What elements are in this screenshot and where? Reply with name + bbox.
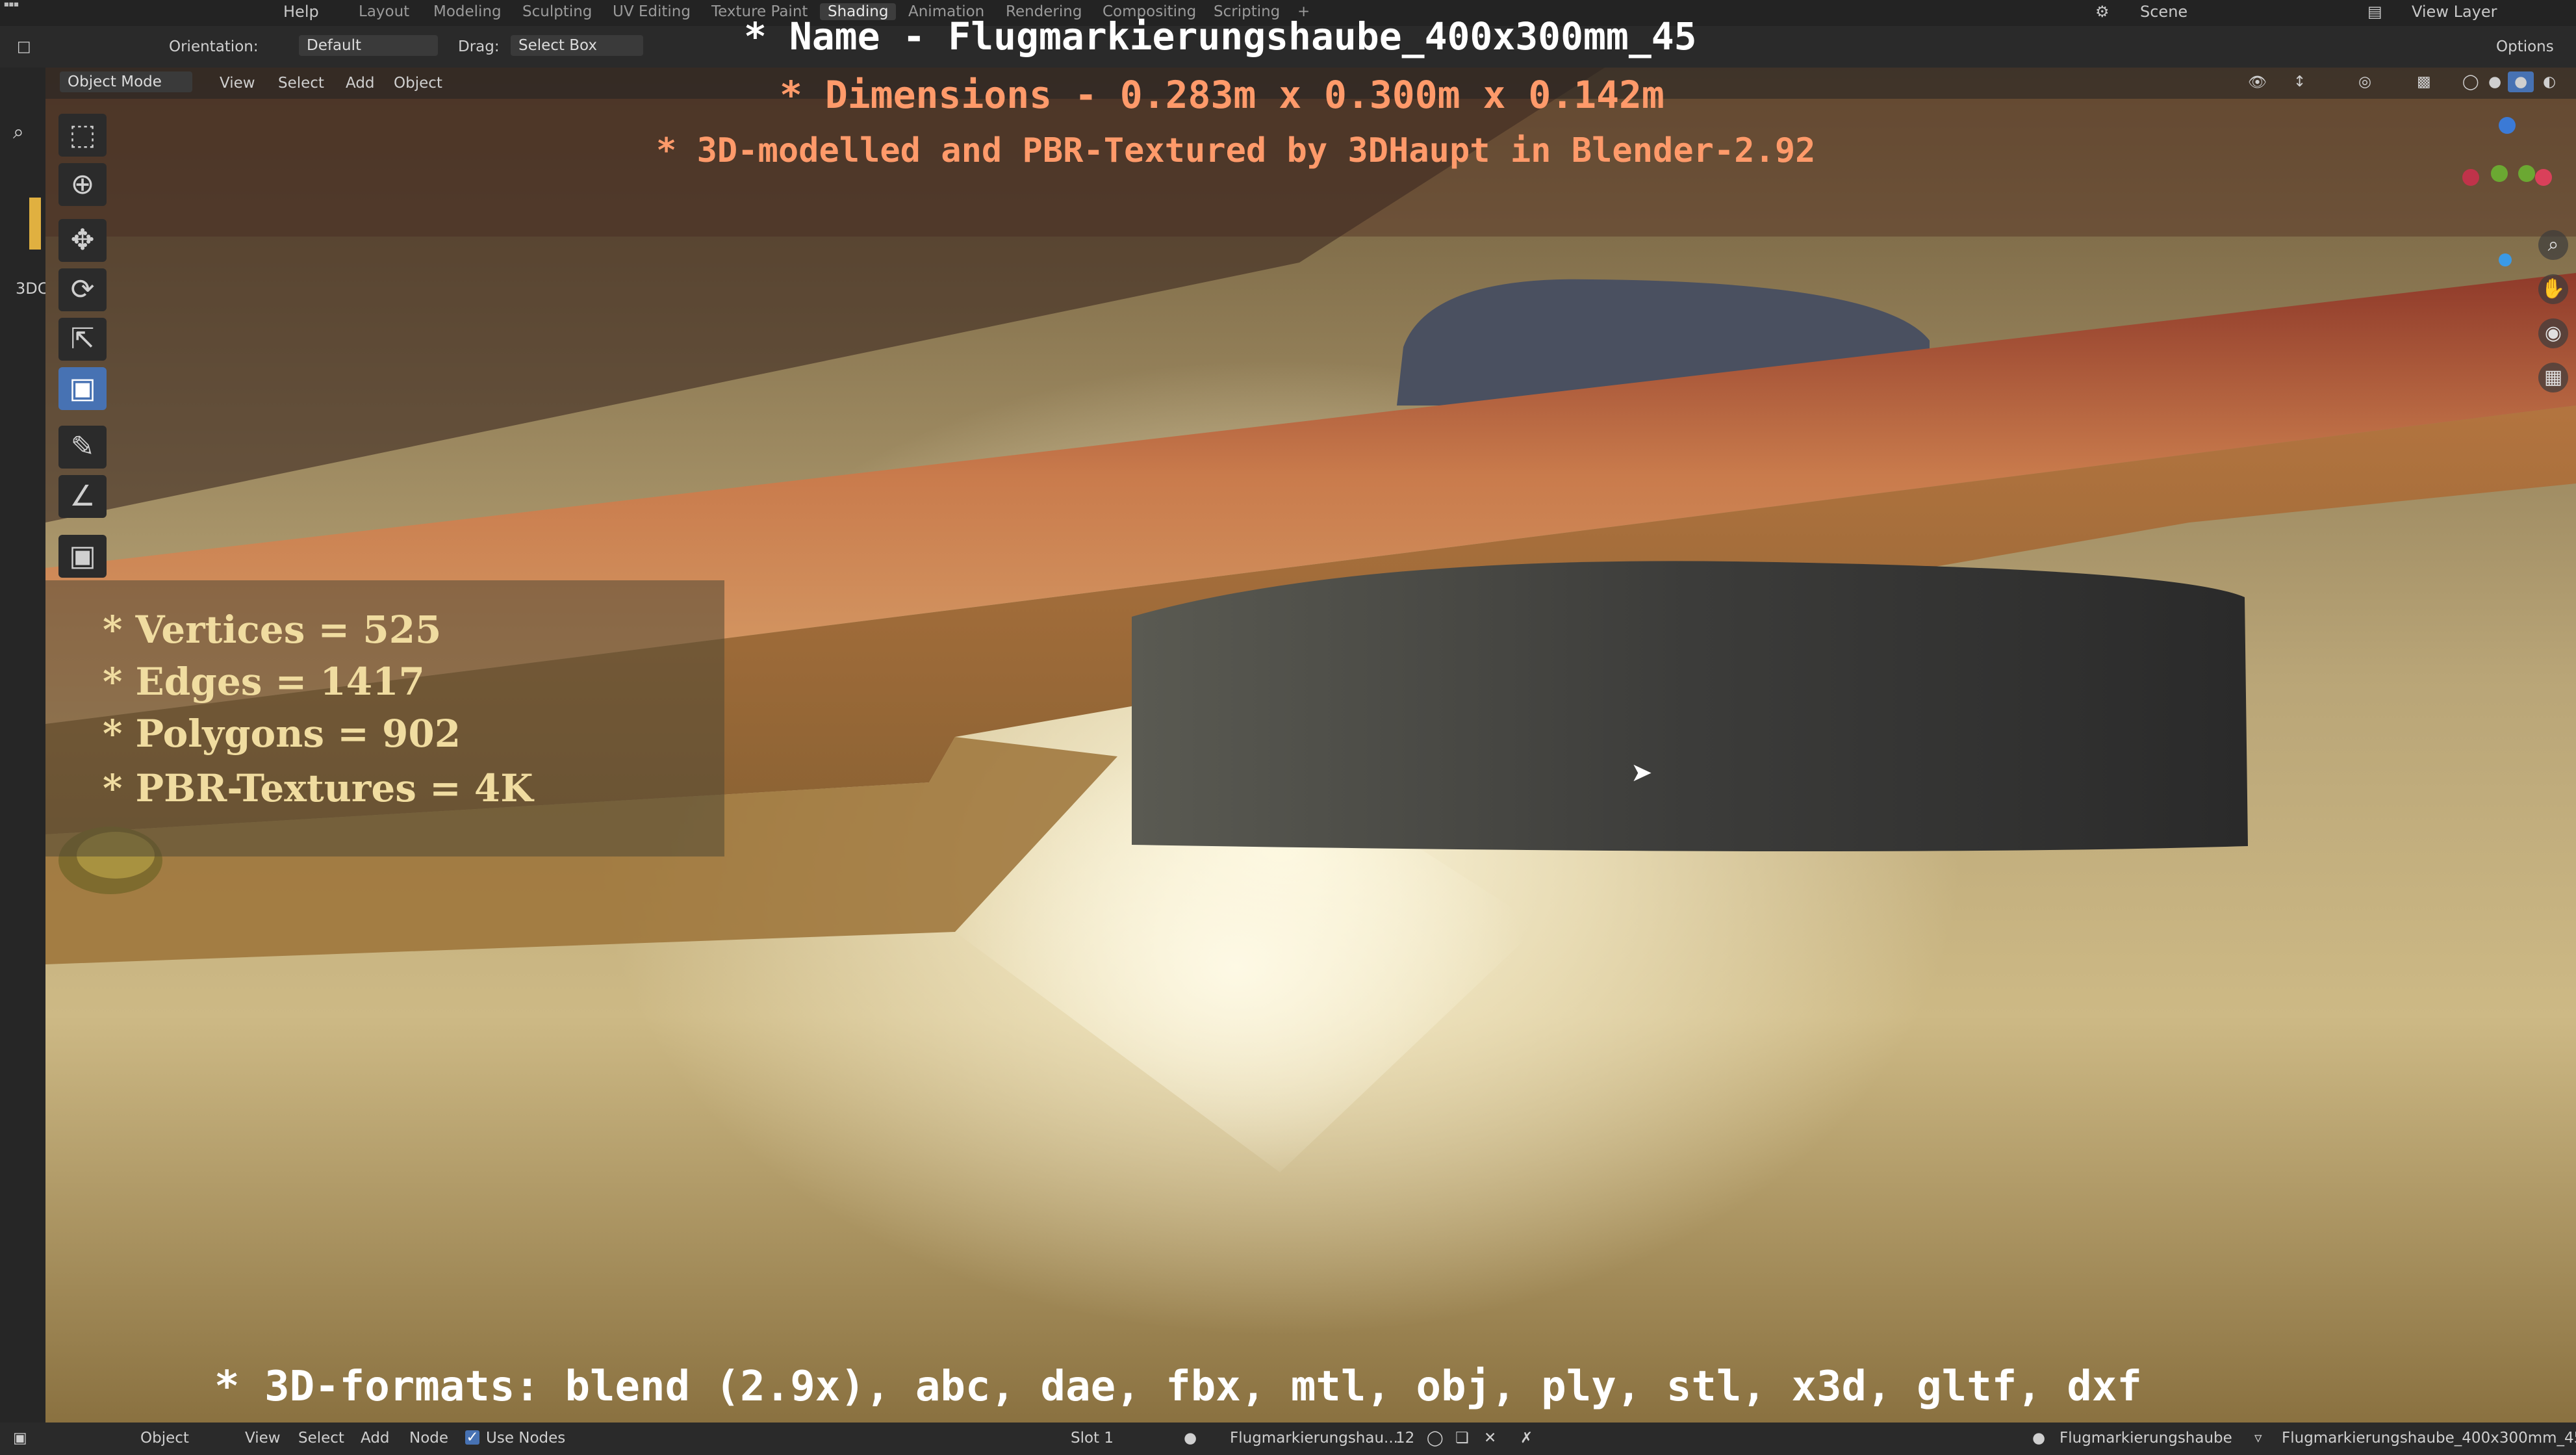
material-icon: ●: [1184, 1430, 1197, 1447]
pan-hand-icon[interactable]: ✋: [2538, 274, 2568, 304]
x-axis-icon[interactable]: [2462, 169, 2479, 186]
mesh-icon: ▿: [2254, 1430, 2262, 1447]
object-name: Flugmarkierungshaube: [2060, 1430, 2232, 1447]
scene-icon[interactable]: ⚙: [2095, 3, 2110, 21]
pin-icon[interactable]: ✗: [1520, 1430, 1533, 1447]
timeline-marker: [29, 198, 41, 250]
grid-icon[interactable]: ▦: [2538, 363, 2568, 393]
options-button[interactable]: Options: [2490, 36, 2560, 57]
camera-icon[interactable]: ◉: [2538, 318, 2568, 348]
rendered-shading-icon[interactable]: ◐: [2536, 71, 2562, 92]
info-overlay-text: ■■■: [4, 1, 19, 7]
measure-tool-icon[interactable]: ∠: [58, 475, 107, 518]
menu-help[interactable]: Help: [283, 3, 319, 21]
annotate-tool-icon[interactable]: ✎: [58, 426, 107, 469]
visibility-icon[interactable]: 👁: [2241, 71, 2273, 93]
view-layer-icon[interactable]: ▤: [2367, 3, 2382, 21]
scene-selector[interactable]: Scene: [2140, 3, 2187, 21]
tab-layout[interactable]: Layout: [359, 3, 409, 20]
viewport-menu-view[interactable]: View: [213, 73, 262, 94]
side-label: 3DC: [16, 279, 49, 298]
dimensions-line: * Dimensions - 0.283m x 0.300m x 0.142m: [780, 73, 1664, 117]
editor-type-icon[interactable]: ▣: [13, 1430, 27, 1447]
mouse-cursor-icon: ➤: [1631, 758, 1653, 788]
model-name-line: * Name - Flugmarkierungshaube_400x300mm_…: [744, 14, 1697, 58]
fake-user-icon[interactable]: ◯: [1427, 1430, 1444, 1447]
transform-tool-icon[interactable]: ▣: [58, 367, 107, 410]
neg-z-axis-icon[interactable]: [2499, 253, 2512, 266]
zoom-icon[interactable]: ⌕: [2538, 230, 2568, 260]
shader-menu-add[interactable]: Add: [361, 1430, 390, 1447]
material-name-field[interactable]: Flugmarkierungshau...: [1230, 1430, 1398, 1447]
y-axis-icon[interactable]: [2491, 165, 2508, 182]
search-icon[interactable]: ⌕: [13, 121, 24, 144]
shader-menu-node[interactable]: Node: [409, 1430, 448, 1447]
object-icon: ●: [2032, 1430, 2046, 1447]
tab-modeling[interactable]: Modeling: [433, 3, 502, 20]
vertices-stat: * Vertices = 525: [103, 608, 442, 652]
shader-menu-select[interactable]: Select: [298, 1430, 344, 1447]
stats-panel: * Vertices = 525 * Edges = 1417 * Polygo…: [45, 580, 724, 856]
wireframe-shading-icon[interactable]: ◯: [2456, 71, 2486, 92]
formats-line: * 3D-formats: blend (2.9x), abc, dae, fb…: [214, 1363, 2142, 1411]
object-mode-dropdown[interactable]: Object Mode: [60, 71, 192, 92]
material-users-count[interactable]: 12: [1396, 1430, 1414, 1447]
solid-shading-icon[interactable]: ●: [2482, 71, 2508, 92]
select-box-tool-icon[interactable]: ⬚: [58, 114, 107, 157]
viewport-menu-select[interactable]: Select: [272, 73, 331, 94]
tab-sculpting[interactable]: Sculpting: [522, 3, 592, 20]
navigation-gizmo[interactable]: [2462, 113, 2553, 266]
cursor-tool-icon[interactable]: ⊕: [58, 163, 107, 206]
unlink-material-icon[interactable]: ✕: [1484, 1430, 1496, 1447]
pbr-textures-stat: * PBR-Textures = 4K: [103, 766, 533, 810]
object-dropdown[interactable]: Object: [140, 1430, 189, 1447]
slot-dropdown[interactable]: Slot 1: [1071, 1430, 1114, 1447]
rotate-tool-icon[interactable]: ⟳: [58, 268, 107, 311]
orientation-label: Orientation:: [169, 38, 259, 55]
shader-editor-header: ▣ Object View Select Add Node ✓ Use Node…: [0, 1423, 2576, 1455]
duplicate-material-icon[interactable]: ❏: [1455, 1430, 1469, 1447]
shader-menu-view[interactable]: View: [245, 1430, 281, 1447]
neg-x-axis-icon[interactable]: [2535, 169, 2552, 186]
move-tool-icon[interactable]: ✥: [58, 219, 107, 262]
z-axis-icon[interactable]: [2499, 117, 2516, 134]
viewport-menu-object[interactable]: Object: [387, 73, 449, 94]
gizmo-toggle-icon[interactable]: ↕: [2287, 71, 2312, 92]
polygons-stat: * Polygons = 902: [103, 712, 461, 756]
material-shading-icon[interactable]: ●: [2508, 71, 2534, 92]
editor-type-icon[interactable]: □: [10, 36, 38, 57]
drag-dropdown[interactable]: Select Box: [511, 35, 643, 56]
properties-strip: ⌕ 3DC: [0, 68, 49, 1423]
use-nodes-label: Use Nodes: [486, 1430, 566, 1447]
tab-uv-editing[interactable]: UV Editing: [613, 3, 691, 20]
tool-shelf: ⬚ ⊕ ✥ ⟳ ⇱ ▣ ✎ ∠ ▣: [55, 114, 110, 585]
add-cube-tool-icon[interactable]: ▣: [58, 535, 107, 578]
overlays-icon[interactable]: ◎: [2352, 71, 2378, 92]
xray-icon[interactable]: ▩: [2410, 71, 2438, 92]
orientation-dropdown[interactable]: Default: [299, 35, 438, 56]
mesh-name: Flugmarkierungshaube_400x300mm_45: [2282, 1430, 2576, 1447]
drag-label: Drag:: [458, 38, 500, 55]
view-layer-selector[interactable]: View Layer: [2412, 3, 2497, 21]
scale-tool-icon[interactable]: ⇱: [58, 318, 107, 361]
neg-y-axis-icon[interactable]: [2518, 165, 2535, 182]
credit-line: * 3D-modelled and PBR-Textured by 3DHaup…: [656, 131, 1816, 170]
use-nodes-checkbox[interactable]: ✓: [465, 1430, 479, 1445]
edges-stat: * Edges = 1417: [103, 660, 425, 704]
viewport-menu-add[interactable]: Add: [339, 73, 381, 94]
